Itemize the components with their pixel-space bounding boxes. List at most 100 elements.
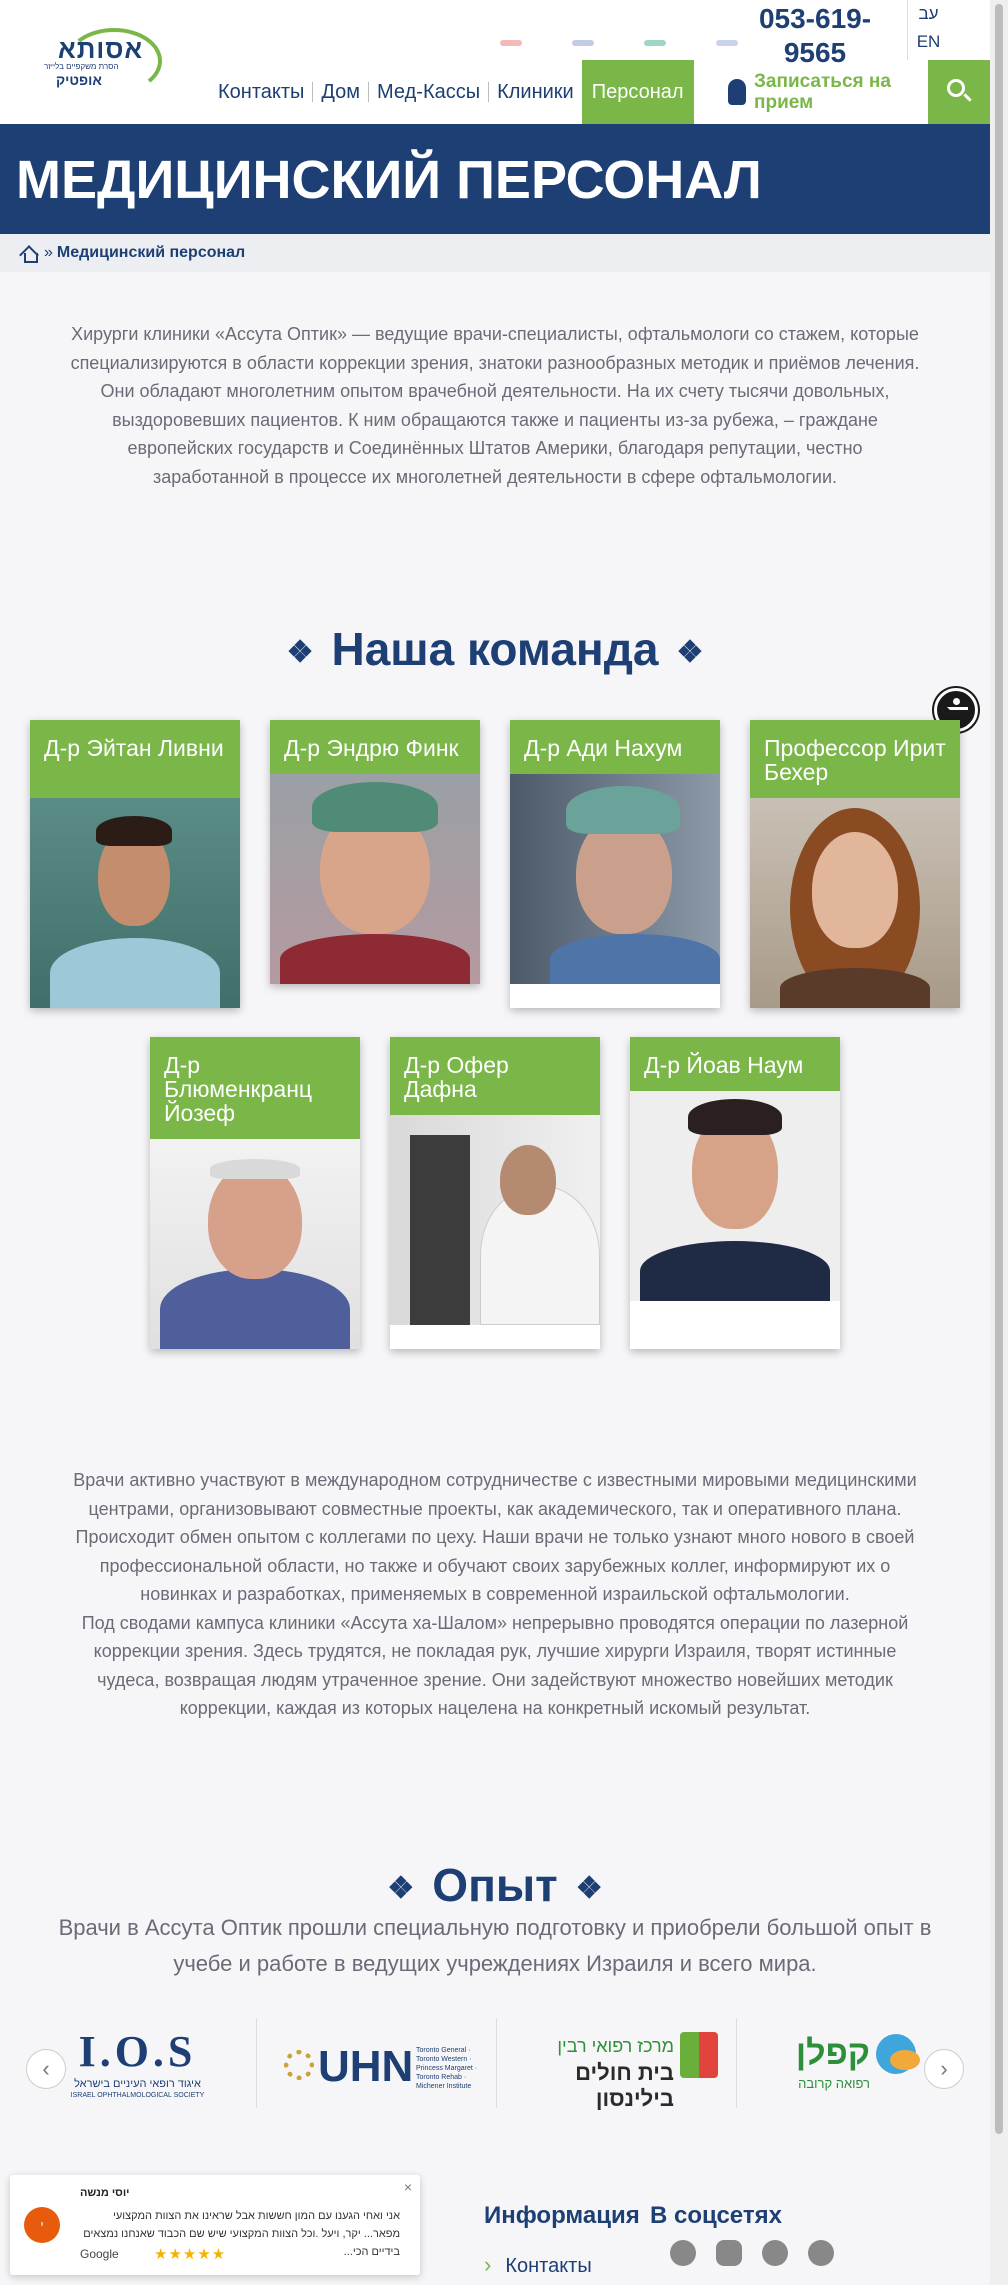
breadcrumb-current: Медицинский персонал bbox=[56, 244, 246, 261]
ornament-icon: ❖ bbox=[676, 636, 704, 670]
search-button[interactable] bbox=[928, 60, 990, 124]
partner-logo-rabin[interactable]: מרכז רפואי רבין בית חולים בילינסון bbox=[520, 2020, 720, 2111]
partner-uhn-mark: UHN bbox=[318, 2042, 414, 2091]
experience-title: Опыт bbox=[432, 1859, 558, 1911]
breadcrumb-separator: » bbox=[44, 244, 53, 261]
partner-ios-english: ISRAEL OPHTHALMOLOGICAL SOCIETY bbox=[70, 2092, 205, 2099]
doctor-name: Д-р Эндрю Финк bbox=[270, 720, 480, 774]
site-header: אסותא הסרת משקפיים בלייזר אופטיק 053-619… bbox=[0, 0, 990, 124]
partner-logo-uhn[interactable]: UHN Toronto General · Toronto Western · … bbox=[280, 2020, 480, 2106]
site-logo[interactable]: אסותא הסרת משקפיים בלייזר אופטיק bbox=[36, 26, 176, 98]
partner-divider bbox=[496, 2018, 497, 2108]
doctor-photo bbox=[390, 1115, 600, 1325]
partner-kaplan-mark: קפלן bbox=[795, 2034, 870, 2072]
accreditation-icon bbox=[572, 40, 594, 46]
partner-kaplan-sub: רפואה קרובה bbox=[798, 2076, 870, 2091]
doctor-photo bbox=[510, 774, 720, 984]
intro-text: Хирурги клиники «Ассута Оптик» — ведущие… bbox=[70, 324, 920, 487]
rabin-emblem-icon bbox=[680, 2032, 718, 2078]
search-icon bbox=[947, 79, 965, 97]
doctor-photo bbox=[270, 774, 480, 984]
partner-ios-hebrew: איגוד רופאי העיניים בישראל bbox=[74, 2078, 201, 2090]
messenger-icon[interactable] bbox=[762, 2240, 788, 2266]
experience-heading: ❖ Опыт ❖ bbox=[0, 1858, 990, 1912]
nav-clinics[interactable]: Клиники bbox=[489, 82, 582, 102]
body-text: Врачи активно участвуют в международном … bbox=[73, 1470, 917, 1718]
doctor-name: Д-р Эйтан Ливни bbox=[30, 720, 240, 798]
partner-uhn-sub: Toronto General · Toronto Western · Prin… bbox=[416, 2047, 478, 2090]
youtube-icon[interactable] bbox=[716, 2240, 742, 2266]
close-icon[interactable]: × bbox=[404, 2179, 412, 2195]
nav-contacts[interactable]: Контакты bbox=[210, 82, 314, 102]
facebook-icon[interactable] bbox=[670, 2240, 696, 2266]
page: אסותא הסרת משקפיים בלייזר אופטיק 053-619… bbox=[0, 0, 990, 2285]
team-heading: ❖ Наша команда ❖ bbox=[0, 622, 990, 676]
whatsapp-icon[interactable] bbox=[808, 2240, 834, 2266]
doctor-card[interactable]: Д-р Йоав Наум bbox=[630, 1037, 840, 1349]
doctor-name: Д-р Йоав Наум bbox=[630, 1037, 840, 1091]
language-switcher: עב EN bbox=[907, 0, 949, 60]
accreditation-icon bbox=[500, 40, 522, 46]
review-text: אני ואחי הגענו עם המון חששות אבל שראינו … bbox=[83, 2210, 400, 2258]
page-scrollbar[interactable] bbox=[990, 0, 1008, 2285]
appointment-label: Записаться на прием bbox=[754, 71, 891, 113]
logo-tagline: הסרת משקפיים בלייזר bbox=[44, 62, 119, 71]
ornament-icon: ❖ bbox=[387, 1872, 415, 1906]
google-review-widget[interactable]: י יוסי מנשה אני ואחי הגענו עם המון חששות… bbox=[10, 2175, 420, 2275]
partner-logo-kaplan[interactable]: קפלן רפואה קרובה bbox=[780, 2020, 920, 2106]
ornament-icon: ❖ bbox=[286, 636, 314, 670]
partner-divider bbox=[256, 2018, 257, 2108]
doctor-card[interactable]: Д-р Офер Дафна bbox=[390, 1037, 600, 1349]
partner-logo-ios[interactable]: I.O.S איגוד רופאי העיניים בישראל ISRAEL … bbox=[40, 2020, 235, 2106]
team-title: Наша команда bbox=[331, 623, 659, 675]
nav-health-funds[interactable]: Мед-Кассы bbox=[369, 82, 490, 102]
doctor-name: Профессор Ирит Бехер bbox=[750, 720, 960, 798]
nav-home[interactable]: Дом bbox=[313, 82, 370, 102]
reviewer-name: יוסי מנשה bbox=[80, 2187, 130, 2199]
doctor-photo bbox=[630, 1091, 840, 1301]
logo-line2: אופטיק bbox=[56, 72, 102, 88]
review-source: Google bbox=[80, 2247, 119, 2261]
reviewer-avatar: י bbox=[24, 2207, 60, 2243]
carousel-next-button[interactable]: › bbox=[924, 2049, 964, 2089]
page-banner: МЕДИЦИНСКИЙ ПЕРСОНАЛ bbox=[0, 124, 990, 234]
partner-ios-mark: I.O.S bbox=[78, 2027, 197, 2076]
scrollbar-thumb[interactable] bbox=[995, 4, 1003, 2134]
main-nav: Контакты Дом Мед-Кассы Клиники Персонал bbox=[210, 60, 694, 124]
doctor-card[interactable]: Профессор Ирит Бехер bbox=[750, 720, 960, 1008]
accreditation-icon bbox=[716, 40, 738, 46]
nav-staff[interactable]: Персонал bbox=[581, 60, 694, 124]
pointer-hand-icon bbox=[728, 79, 746, 105]
partner-rabin-sub: בית חולים בילינסון bbox=[575, 2060, 674, 2111]
experience-subtitle: Врачи в Ассута Оптик прошли специальную … bbox=[58, 1915, 932, 1976]
lang-hebrew[interactable]: עב bbox=[908, 0, 949, 28]
ornament-icon: ❖ bbox=[575, 1872, 603, 1906]
doctor-name: Д-р Офер Дафна bbox=[390, 1037, 600, 1115]
lang-english[interactable]: EN bbox=[908, 28, 949, 56]
breadcrumb: » Медицинский персонал bbox=[0, 234, 990, 272]
review-stars: ★★★★★ bbox=[154, 2246, 227, 2263]
accreditation-icon bbox=[644, 40, 666, 46]
footer-info-title: Информация bbox=[484, 2202, 640, 2229]
doctor-name: Д-р Блюменкранц Йозеф bbox=[150, 1037, 360, 1139]
page-title: МЕДИЦИНСКИЙ ПЕРСОНАЛ bbox=[16, 150, 762, 210]
kaplan-emblem-accent bbox=[890, 2050, 920, 2070]
home-icon[interactable] bbox=[20, 245, 38, 263]
partner-divider bbox=[736, 2018, 737, 2108]
uhn-emblem-icon bbox=[284, 2050, 314, 2080]
doctor-photo bbox=[150, 1139, 360, 1349]
partner-rabin-mark: מרכז רפואי רבין bbox=[557, 2036, 674, 2056]
doctor-card[interactable]: Д-р Ади Нахум bbox=[510, 720, 720, 1008]
logo-line1: אסותא bbox=[58, 34, 144, 64]
doctor-card[interactable]: Д-р Эйтан Ливни bbox=[30, 720, 240, 1008]
doctor-card[interactable]: Д-р Эндрю Финк bbox=[270, 720, 480, 984]
doctor-photo bbox=[30, 798, 240, 1008]
footer-link-contacts[interactable]: Контакты bbox=[484, 2252, 591, 2278]
appointment-button[interactable]: Записаться на прием bbox=[718, 60, 928, 124]
search-icon-handle bbox=[963, 93, 972, 102]
accreditation-icons bbox=[500, 40, 738, 46]
doctor-card[interactable]: Д-р Блюменкранц Йозеф bbox=[150, 1037, 360, 1349]
footer-social-title: В соцсетях bbox=[650, 2202, 782, 2229]
doctor-photo bbox=[750, 798, 960, 1008]
doctor-name: Д-р Ади Нахум bbox=[510, 720, 720, 774]
